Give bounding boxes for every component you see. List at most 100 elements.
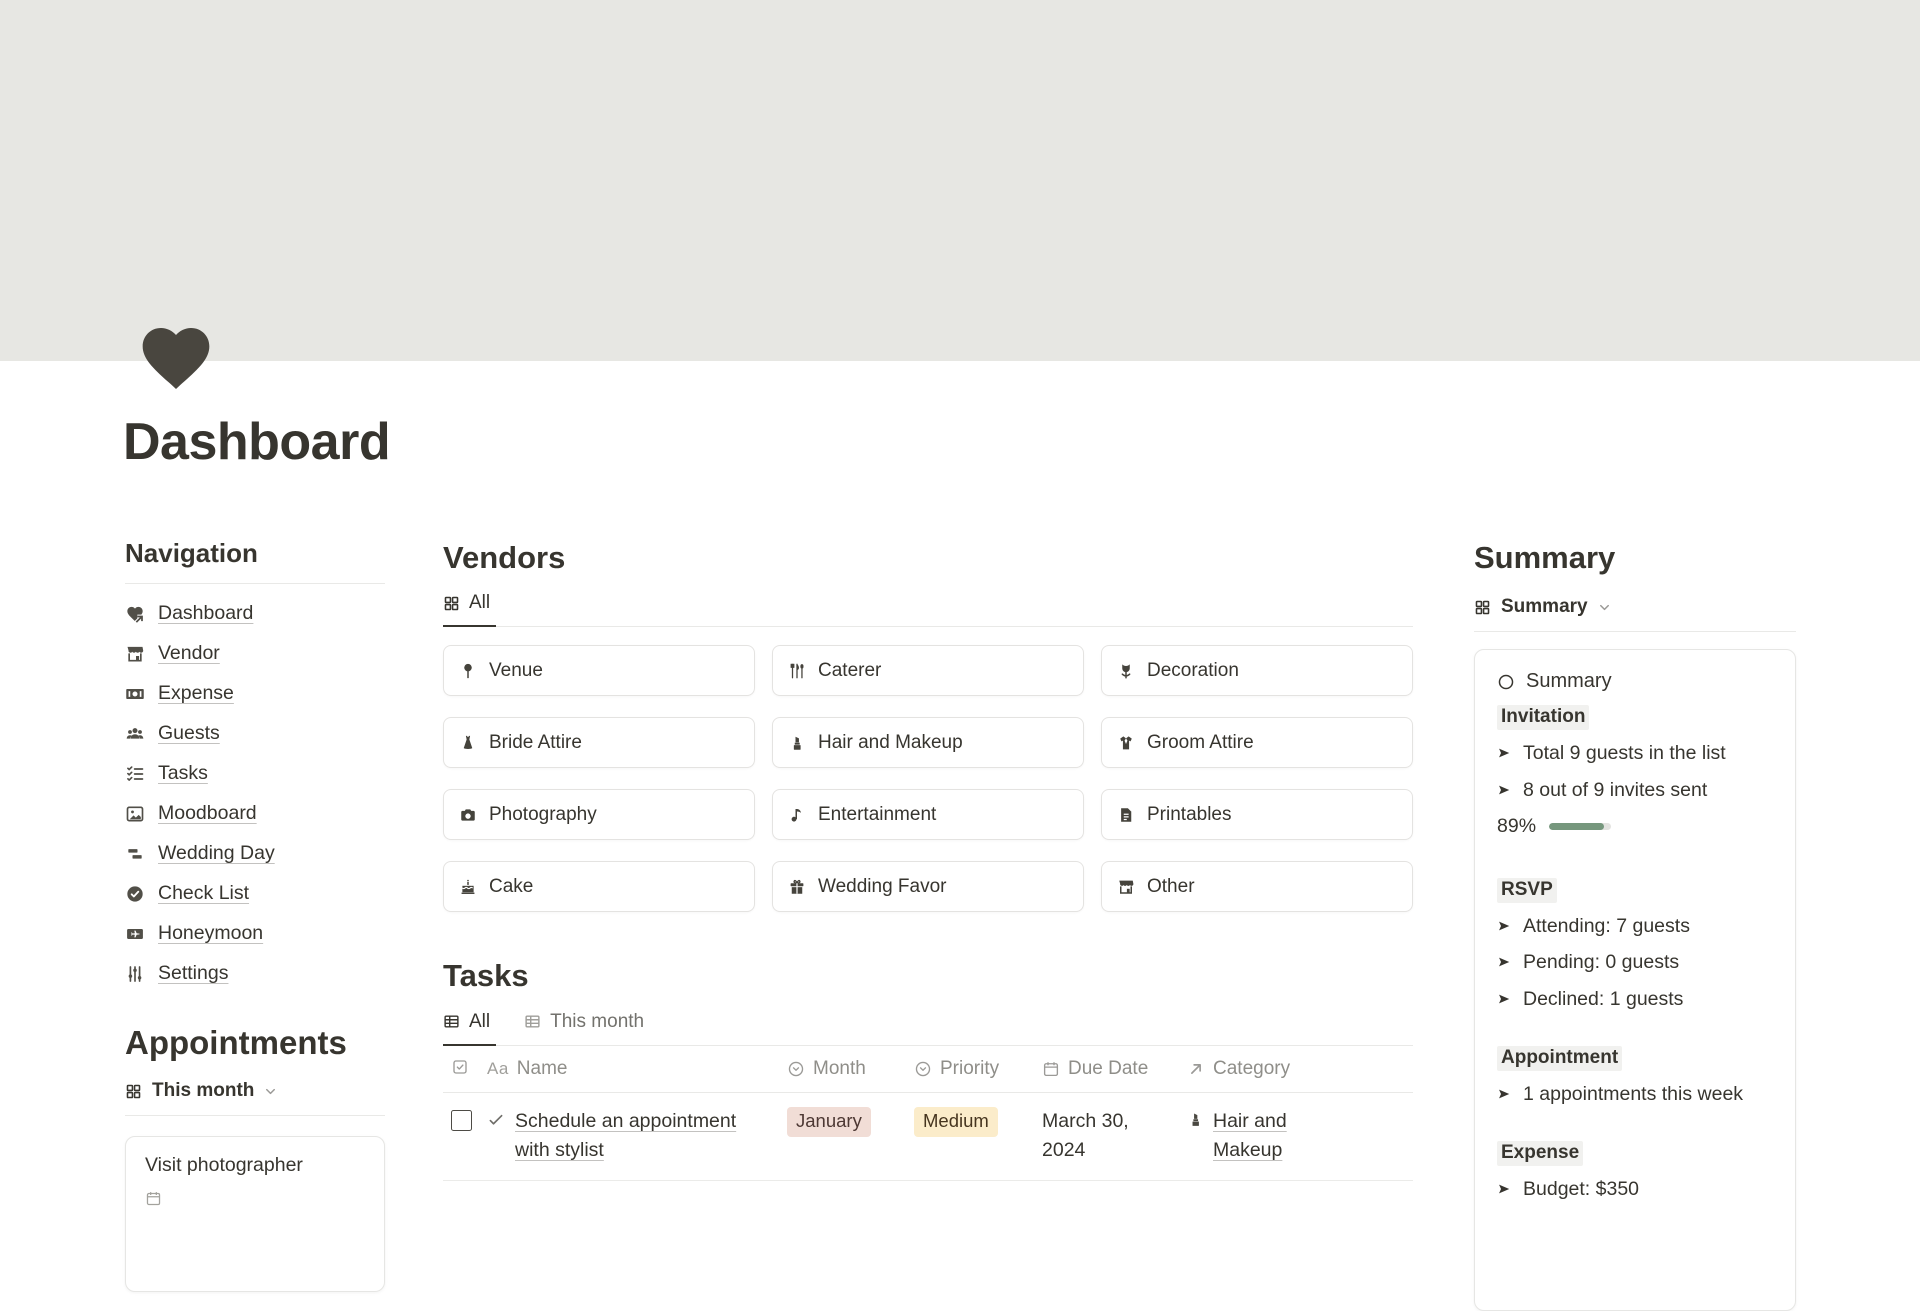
sliders-icon xyxy=(125,964,145,984)
arrow-up-right-icon xyxy=(1187,1060,1205,1078)
sidebar-item-label: Vendor xyxy=(158,641,220,666)
column-month[interactable]: Month xyxy=(787,1046,914,1092)
arrow-bullet-icon xyxy=(1497,992,1511,1006)
text-property-icon: Aa xyxy=(487,1059,509,1079)
tab-tasks-this-month[interactable]: This month xyxy=(524,1011,650,1046)
vendor-card-wedding-favor[interactable]: Wedding Favor xyxy=(772,861,1084,912)
priority-tag[interactable]: Medium xyxy=(914,1107,998,1137)
vendor-card-venue[interactable]: Venue xyxy=(443,645,755,696)
tab-tasks-all[interactable]: All xyxy=(443,1011,496,1046)
navigation-list: Dashboard Vendor Expense Guests Tasks xyxy=(125,594,385,994)
vendor-card-groom-attire[interactable]: Groom Attire xyxy=(1101,717,1413,768)
vendor-card-cake[interactable]: Cake xyxy=(443,861,755,912)
check-circle-icon xyxy=(125,884,145,904)
arrow-bullet-icon xyxy=(1497,955,1511,969)
summary-card-title: Summary xyxy=(1526,670,1612,693)
grid-view-icon xyxy=(443,595,460,612)
vendor-card-printables[interactable]: Printables xyxy=(1101,789,1413,840)
arrow-bullet-icon xyxy=(1497,746,1511,760)
vendors-heading: Vendors xyxy=(443,538,1413,578)
vendor-card-label: Groom Attire xyxy=(1147,732,1254,754)
vendor-card-decoration[interactable]: Decoration xyxy=(1101,645,1413,696)
navigation-heading: Navigation xyxy=(125,538,385,584)
column-due-date[interactable]: Due Date xyxy=(1042,1046,1187,1092)
task-checkbox[interactable] xyxy=(451,1110,472,1131)
vendor-grid: Venue Caterer Decoration Bride Attire xyxy=(443,645,1413,912)
sidebar-item-settings[interactable]: Settings xyxy=(125,954,385,994)
appointment-card[interactable]: Visit photographer xyxy=(125,1136,385,1292)
sidebar-item-guests[interactable]: Guests xyxy=(125,714,385,754)
column-category[interactable]: Category xyxy=(1187,1046,1413,1092)
page-cover xyxy=(0,0,1920,361)
sidebar-item-vendor[interactable]: Vendor xyxy=(125,634,385,674)
vendor-card-photography[interactable]: Photography xyxy=(443,789,755,840)
summary-bullet: 1 appointments this week xyxy=(1497,1081,1773,1107)
arrow-bullet-icon xyxy=(1497,1182,1511,1196)
category-link[interactable]: Hair and Makeup xyxy=(1213,1107,1315,1166)
column-label: Priority xyxy=(940,1058,999,1080)
tab-label: This month xyxy=(550,1011,644,1033)
arrow-bullet-icon xyxy=(1497,1087,1511,1101)
sidebar-item-moodboard[interactable]: Moodboard xyxy=(125,794,385,834)
appointment-card-title[interactable]: Visit photographer xyxy=(145,1154,365,1177)
invitation-progress: 89% xyxy=(1497,815,1773,838)
sidebar-item-dashboard[interactable]: Dashboard xyxy=(125,594,385,634)
page-title: Dashboard xyxy=(123,412,390,472)
vendor-card-label: Caterer xyxy=(818,660,881,682)
column-label: Month xyxy=(813,1058,866,1080)
summary-card-title-row: Summary xyxy=(1497,670,1773,693)
select-property-icon xyxy=(787,1060,805,1078)
sidebar-item-tasks[interactable]: Tasks xyxy=(125,754,385,794)
banknote-icon xyxy=(125,684,145,704)
vendor-card-label: Bride Attire xyxy=(489,732,582,754)
appointments-view-select[interactable]: This month xyxy=(125,1080,385,1116)
vendor-card-label: Hair and Makeup xyxy=(818,732,963,754)
chevron-down-icon xyxy=(263,1084,278,1099)
vendor-card-entertainment[interactable]: Entertainment xyxy=(772,789,1084,840)
vendor-card-other[interactable]: Other xyxy=(1101,861,1413,912)
circle-icon xyxy=(1497,673,1515,691)
section-label-appointment: Appointment xyxy=(1497,1046,1622,1071)
view-label: This month xyxy=(152,1080,254,1102)
steps-icon xyxy=(125,844,145,864)
cutlery-icon xyxy=(788,662,806,680)
summary-heading: Summary xyxy=(1474,538,1796,578)
vendor-card-bride-attire[interactable]: Bride Attire xyxy=(443,717,755,768)
vendor-card-hair-makeup[interactable]: Hair and Makeup xyxy=(772,717,1084,768)
column-priority[interactable]: Priority xyxy=(914,1046,1042,1092)
gift-icon xyxy=(788,878,806,896)
tab-label: All xyxy=(469,1011,490,1033)
vendor-card-label: Cake xyxy=(489,876,533,898)
column-label: Category xyxy=(1213,1058,1290,1080)
location-pin-icon xyxy=(459,662,477,680)
column-checkbox[interactable] xyxy=(443,1046,487,1088)
summary-view-select[interactable]: Summary xyxy=(1474,596,1796,632)
arrow-bullet-icon xyxy=(1497,919,1511,933)
tab-vendors-all[interactable]: All xyxy=(443,592,496,627)
appointments-heading: Appointments xyxy=(125,1024,385,1062)
due-date-cell[interactable]: March 30, 2024 xyxy=(1042,1105,1158,1166)
summary-bullet: Pending: 0 guests xyxy=(1497,949,1773,975)
task-title-link[interactable]: Schedule an appointment with stylist xyxy=(515,1107,750,1166)
month-tag[interactable]: January xyxy=(787,1107,871,1137)
sidebar-item-wedding-day[interactable]: Wedding Day xyxy=(125,834,385,874)
column-label: Name xyxy=(517,1058,568,1080)
cake-icon xyxy=(459,878,477,896)
heart-share-icon xyxy=(125,604,145,624)
summary-panel: Summary Summary Summary Invitation Total… xyxy=(1474,538,1796,1311)
arrow-bullet-icon xyxy=(1497,783,1511,797)
vendor-card-label: Other xyxy=(1147,876,1195,898)
chevron-down-icon xyxy=(1597,600,1612,615)
vendors-tabs: All xyxy=(443,592,1413,627)
sidebar-item-honeymoon[interactable]: Honeymoon xyxy=(125,914,385,954)
sidebar-item-check-list[interactable]: Check List xyxy=(125,874,385,914)
sidebar-item-label: Honeymoon xyxy=(158,921,263,946)
grid-view-icon xyxy=(125,1083,142,1100)
calendar-icon xyxy=(1042,1060,1060,1078)
document-icon xyxy=(1117,806,1135,824)
column-name[interactable]: Aa Name xyxy=(487,1046,787,1092)
vendor-card-caterer[interactable]: Caterer xyxy=(772,645,1084,696)
people-icon xyxy=(125,724,145,744)
heart-icon[interactable] xyxy=(136,318,216,398)
sidebar-item-expense[interactable]: Expense xyxy=(125,674,385,714)
